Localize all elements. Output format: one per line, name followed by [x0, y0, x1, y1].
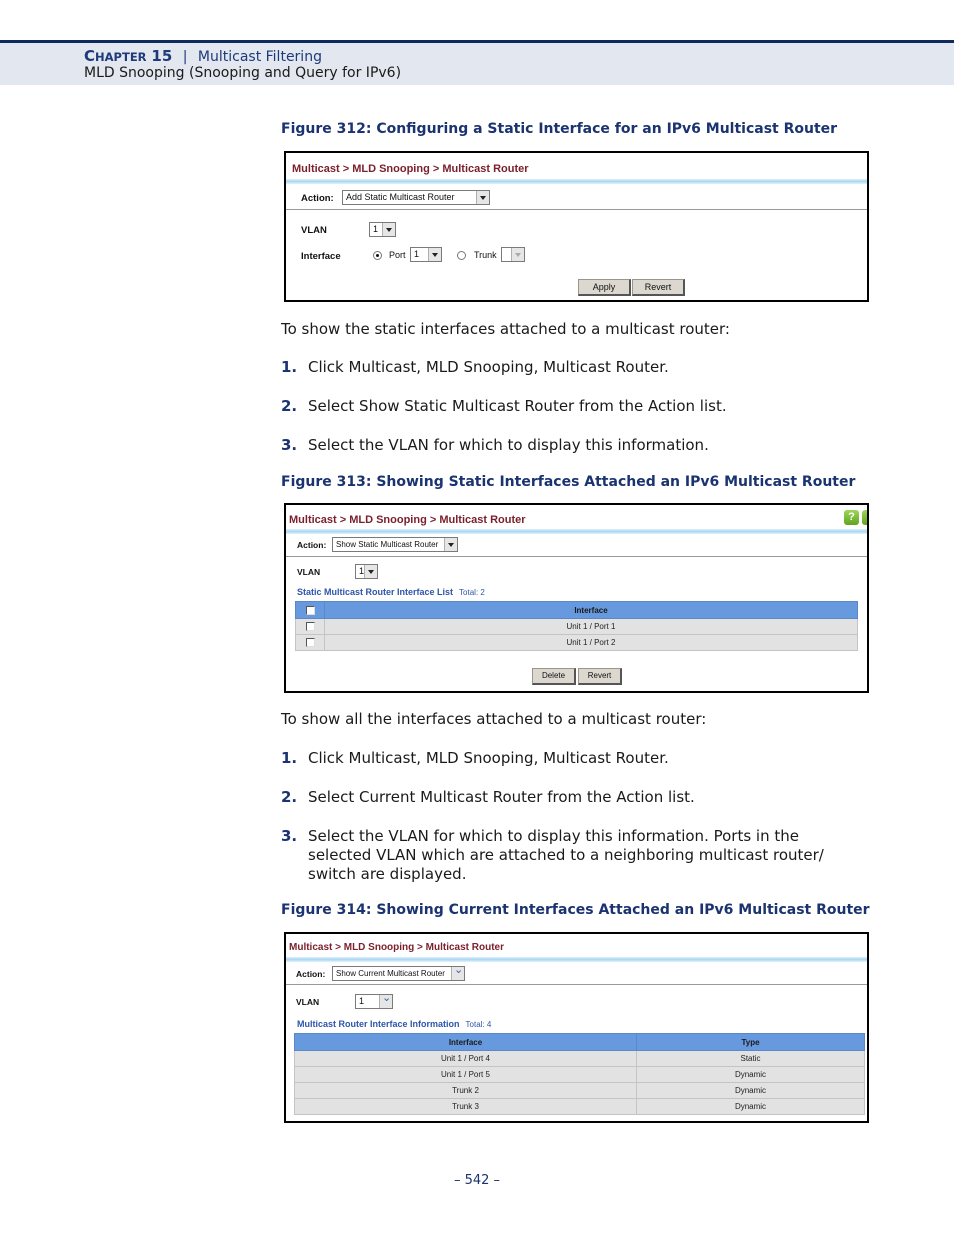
interface-cell: Trunk 2: [294, 1082, 637, 1099]
row-checkbox[interactable]: [305, 638, 315, 648]
type-cell: Dynamic: [636, 1082, 865, 1099]
list-title: Multicast Router Interface Information To…: [297, 1019, 492, 1029]
select-all-cell: [295, 601, 325, 619]
interface-cell: Unit 1 / Port 4: [294, 1050, 637, 1067]
static-router-table: Interface Unit 1 / Port 1 Unit 1 / Port …: [295, 601, 858, 651]
page-number: – 542 –: [453, 1173, 501, 1188]
refresh-icon[interactable]: [862, 510, 867, 525]
chapter-number: 15: [151, 47, 173, 65]
chevron-down-icon: [382, 223, 395, 236]
type-cell: Static: [636, 1050, 865, 1067]
chevron-down-icon: [444, 538, 457, 551]
figure-313-caption: Figure 313: Showing Static Interfaces At…: [281, 474, 856, 490]
figure-314-screenshot: Multicast > MLD Snooping > Multicast Rou…: [284, 932, 869, 1123]
chevron-down-icon: [364, 565, 377, 578]
revert-button[interactable]: Revert: [578, 668, 622, 685]
chevron-down-icon: [511, 248, 524, 261]
table-header-row: Interface Type: [294, 1033, 865, 1051]
action-label: Action:: [301, 193, 334, 204]
vlan-select[interactable]: 1: [355, 564, 378, 579]
figure-312-screenshot: Multicast > MLD Snooping > Multicast Rou…: [284, 151, 869, 302]
vlan-label: VLAN: [297, 567, 321, 577]
router-interface-table: Interface Type Unit 1 / Port 4 Static Un…: [294, 1033, 865, 1115]
type-cell: Dynamic: [636, 1066, 865, 1083]
port-select[interactable]: 1: [410, 247, 442, 262]
table-row: Unit 1 / Port 2: [295, 634, 858, 651]
breadcrumb-divider: [286, 957, 867, 962]
action-select[interactable]: Show Static Multicast Router: [332, 537, 458, 552]
interface-cell: Trunk 3: [294, 1098, 637, 1115]
column-header-interface: Interface: [324, 601, 858, 619]
list-total: Total: 2: [459, 588, 485, 597]
revert-button[interactable]: Revert: [632, 279, 685, 296]
trunk-select[interactable]: [501, 247, 525, 262]
interface-cell: Unit 1 / Port 2: [324, 634, 858, 651]
chevron-down-icon: [428, 248, 441, 261]
chapter-header: CHAPTER 15 | Multicast Filtering MLD Sno…: [0, 40, 954, 85]
chapter-title: Multicast Filtering: [197, 49, 322, 65]
table-row: Unit 1 / Port 4 Static: [294, 1050, 865, 1067]
column-header-type: Type: [636, 1033, 865, 1051]
vlan-select[interactable]: 1: [355, 992, 393, 1009]
port-label: Port: [389, 250, 406, 260]
port-radio[interactable]: [373, 251, 382, 260]
table-row: Unit 1 / Port 5 Dynamic: [294, 1066, 865, 1083]
vlan-label: VLAN: [301, 225, 327, 236]
figure-312-caption: Figure 312: Configuring a Static Interfa…: [281, 121, 838, 137]
breadcrumb: Multicast > MLD Snooping > Multicast Rou…: [292, 163, 529, 175]
divider: [286, 556, 867, 557]
help-icon[interactable]: ?: [844, 510, 859, 525]
type-cell: Dynamic: [636, 1098, 865, 1115]
divider: [286, 209, 867, 210]
chapter-line: CHAPTER 15 | Multicast Filtering: [84, 47, 322, 65]
action-select[interactable]: Add Static Multicast Router: [342, 190, 490, 205]
table-header-row: Interface: [295, 601, 858, 619]
select-all-checkbox[interactable]: [305, 605, 315, 615]
figure-314-caption: Figure 314: Showing Current Interfaces A…: [281, 902, 870, 918]
breadcrumb-divider: [286, 179, 867, 184]
chevron-down-icon: [476, 191, 489, 204]
breadcrumb: Multicast > MLD Snooping > Multicast Rou…: [289, 514, 526, 526]
section-title: MLD Snooping (Snooping and Query for IPv…: [84, 65, 402, 81]
list-title: Static Multicast Router Interface List To…: [297, 587, 485, 597]
vlan-select[interactable]: 1: [369, 222, 396, 237]
row-checkbox-cell: [295, 618, 325, 635]
divider: [286, 984, 867, 985]
breadcrumb-divider: [286, 529, 867, 534]
action-select[interactable]: Show Current Multicast Router: [332, 964, 465, 981]
section-3-intro: To show all the interfaces attached to a…: [281, 710, 707, 728]
chevron-down-icon: [451, 964, 464, 980]
trunk-label: Trunk: [474, 250, 497, 260]
column-header-interface: Interface: [294, 1033, 637, 1051]
apply-button[interactable]: Apply: [578, 279, 631, 296]
action-label: Action:: [296, 969, 326, 979]
list-total: Total: 4: [465, 1020, 492, 1029]
interface-cell: Unit 1 / Port 5: [294, 1066, 637, 1083]
chapter-separator: |: [182, 49, 188, 65]
interface-label: Interface: [301, 251, 341, 262]
trunk-radio[interactable]: [457, 251, 466, 260]
interface-cell: Unit 1 / Port 1: [324, 618, 858, 635]
chapter-label: CHAPTER 15: [84, 47, 173, 65]
section-2-intro: To show the static interfaces attached t…: [281, 320, 730, 338]
row-checkbox-cell: [295, 634, 325, 651]
breadcrumb: Multicast > MLD Snooping > Multicast Rou…: [289, 942, 505, 953]
row-checkbox[interactable]: [305, 622, 315, 632]
delete-button[interactable]: Delete: [532, 668, 576, 685]
figure-313-screenshot: Multicast > MLD Snooping > Multicast Rou…: [284, 503, 869, 693]
chevron-down-icon: [379, 992, 392, 1008]
table-row: Unit 1 / Port 1: [295, 618, 858, 635]
table-row: Trunk 2 Dynamic: [294, 1082, 865, 1099]
table-row: Trunk 3 Dynamic: [294, 1098, 865, 1115]
vlan-label: VLAN: [296, 997, 320, 1007]
action-label: Action:: [297, 540, 327, 550]
